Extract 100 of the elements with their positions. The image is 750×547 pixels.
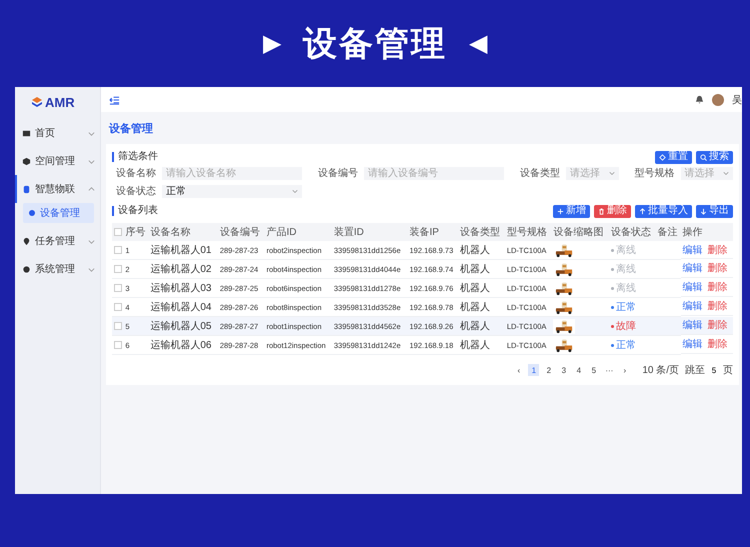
delete-link[interactable]: 删除 — [707, 261, 728, 275]
next-page-button[interactable]: › — [619, 364, 630, 376]
caret-icon — [608, 170, 614, 176]
status-label: 正常 — [610, 300, 636, 314]
checkbox[interactable] — [114, 246, 122, 254]
column-header: 产品ID — [264, 223, 332, 241]
play-mark: ◀ — [469, 29, 487, 58]
delete-link[interactable]: 删除 — [707, 299, 728, 313]
select-field[interactable]: 正常 — [162, 184, 302, 198]
chevron-icon — [88, 186, 95, 192]
page-button[interactable]: 2 — [543, 364, 554, 376]
delete-link[interactable]: 删除 — [707, 280, 728, 294]
table-cell: 运输机器人06 — [148, 336, 218, 354]
checkbox[interactable] — [114, 340, 122, 349]
delete-button[interactable]: 删除 — [594, 204, 631, 218]
column-header: 装置ID — [332, 223, 408, 241]
status-label: 离线 — [610, 243, 636, 257]
bullet-icon — [29, 210, 35, 216]
checkbox[interactable] — [114, 322, 122, 330]
menu-icon[interactable] — [109, 94, 120, 104]
logo-icon — [31, 96, 43, 108]
column-header: 型号规格 — [505, 223, 552, 241]
upload-icon — [639, 208, 646, 214]
column-header: 操作 — [680, 223, 733, 241]
edit-link[interactable]: 编辑 — [682, 261, 702, 275]
chevron-icon — [88, 266, 95, 272]
table-cell: 运输机器人02 — [148, 260, 218, 278]
delete-link[interactable]: 删除 — [707, 337, 728, 351]
table-cell: 机器人 — [458, 278, 506, 298]
page-title: 设备管理 — [108, 122, 154, 137]
delete-link[interactable]: 删除 — [707, 318, 728, 332]
field-label: 设备状态 — [116, 184, 156, 198]
sidebar-item[interactable]: 空间管理 — [15, 147, 100, 175]
avatar-icon[interactable] — [712, 94, 724, 106]
field-label: 型号规格 — [634, 166, 674, 180]
checkbox[interactable] — [114, 264, 122, 273]
add-button[interactable]: 新增 — [553, 204, 590, 218]
export-button[interactable]: 导出 — [696, 204, 733, 218]
refresh-icon — [659, 154, 666, 160]
table-cell: 机器人 — [458, 241, 506, 260]
chevron-icon — [88, 158, 95, 164]
edit-link[interactable]: 编辑 — [682, 318, 702, 332]
plus-icon — [557, 208, 564, 214]
field-label: 设备类型 — [520, 166, 560, 180]
column-header: 装备IP — [408, 223, 459, 241]
user-name[interactable]: 吴 — [732, 92, 742, 106]
delete-link[interactable]: 删除 — [707, 242, 728, 256]
banner-title: 设备管理 — [303, 24, 447, 64]
checkbox[interactable] — [114, 284, 122, 292]
checkbox[interactable] — [114, 302, 122, 311]
table-cell: 机器人 — [458, 260, 506, 278]
input-field[interactable]: 请输入设备编号 — [364, 166, 504, 180]
section-title: 筛选条件 — [112, 152, 158, 162]
sidebar-item[interactable]: 任务管理 — [15, 227, 100, 255]
sidebar-subitem[interactable]: 设备管理 — [23, 203, 94, 223]
edit-link[interactable]: 编辑 — [682, 242, 702, 256]
field-label: 设备编号 — [318, 166, 358, 180]
sidebar-item[interactable]: 系统管理 — [15, 255, 100, 283]
pin-icon — [22, 236, 31, 246]
checkbox[interactable] — [114, 228, 122, 236]
page-button[interactable]: 3 — [558, 364, 570, 376]
edit-link[interactable]: 编辑 — [682, 299, 702, 313]
edit-link[interactable]: 编辑 — [682, 280, 702, 294]
import-button[interactable]: 批量导入 — [635, 204, 692, 218]
column-header: 序号 — [124, 223, 149, 241]
column-header: 设备名称 — [148, 223, 218, 241]
previous-page-button[interactable]: ‹ — [513, 364, 524, 376]
table-cell: 机器人 — [458, 336, 506, 354]
table-cell: 运输机器人01 — [148, 241, 218, 260]
status-label: 正常 — [610, 338, 636, 352]
page-unit: 页 — [723, 364, 733, 377]
bell-icon[interactable] — [695, 95, 704, 104]
table-cell: 运输机器人05 — [148, 316, 218, 336]
search-button[interactable]: 搜索 — [696, 150, 733, 164]
trash-icon — [598, 208, 605, 214]
input-field[interactable]: 请输入设备名称 — [162, 166, 302, 180]
column-header: 设备编号 — [218, 223, 265, 241]
section-title: 设备列表 — [112, 206, 158, 216]
status-label: 离线 — [610, 262, 636, 276]
column-header: 备注 — [656, 223, 681, 241]
page-input[interactable]: 5 — [709, 366, 719, 374]
cube-icon — [22, 156, 31, 166]
page-button[interactable]: 5 — [588, 364, 600, 376]
chevron-icon — [88, 130, 95, 136]
sidebar-item[interactable]: 首页 — [15, 119, 100, 147]
reset-button[interactable]: 重置 — [655, 150, 692, 164]
column-header: 设备状态 — [609, 223, 656, 241]
more-pages-button[interactable]: ··· — [603, 364, 616, 376]
edit-link[interactable]: 编辑 — [682, 337, 702, 351]
table-cell: 机器人 — [458, 316, 506, 336]
caret-icon — [723, 170, 729, 176]
page-button[interactable]: 1 — [528, 364, 540, 376]
caret-icon — [292, 188, 298, 194]
table-cell: 运输机器人03 — [148, 278, 218, 298]
status-label: 故障 — [610, 319, 636, 333]
logo-text: AMR — [45, 94, 75, 110]
page-size-select[interactable]: 10 条/页 — [640, 363, 681, 377]
page-button[interactable]: 4 — [573, 364, 584, 376]
column-header: 设备缩略图 — [552, 223, 610, 241]
search-icon — [700, 154, 707, 160]
